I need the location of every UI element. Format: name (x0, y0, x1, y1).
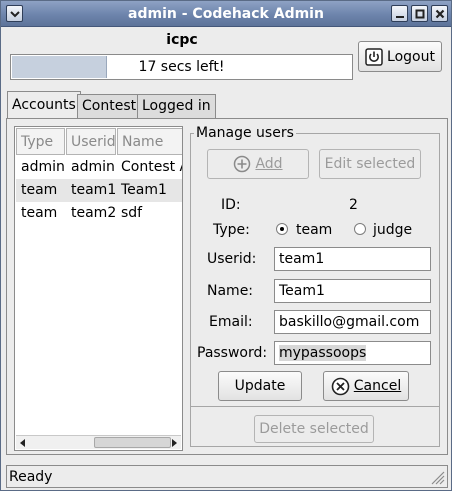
cancel-icon (331, 377, 350, 395)
type-judge-radio[interactable] (354, 223, 366, 235)
id-value: 2 (349, 197, 358, 213)
status-text: Ready (9, 469, 53, 485)
type-team-label[interactable]: team (296, 222, 332, 238)
logout-button[interactable]: Logout (358, 41, 442, 72)
cell-userid: team2 (71, 205, 117, 221)
email-label: Email: (209, 314, 253, 330)
power-icon (365, 47, 383, 66)
email-field[interactable]: baskillo@gmail.com (274, 310, 431, 334)
contest-name: icpc (166, 32, 198, 48)
column-header-name[interactable]: Name (117, 128, 182, 155)
timer-text: 17 secs left! (138, 59, 225, 75)
type-judge-label[interactable]: judge (373, 222, 412, 238)
horizontal-scrollbar[interactable] (16, 435, 181, 449)
logout-label: Logout (387, 48, 435, 65)
accounts-list[interactable]: Type Userid Name admin admin Contest A t… (14, 126, 183, 451)
update-label: Update (234, 378, 286, 394)
list-item-selected[interactable]: team team1 Team1 (16, 179, 182, 202)
window-title: admin - Codehack Admin (128, 6, 324, 22)
tab-logged-in[interactable]: Logged in (137, 94, 216, 118)
app-window: admin - Codehack Admin icpc 17 secs left… (0, 0, 452, 491)
cell-type: team (21, 205, 58, 221)
userid-field[interactable]: team1 (274, 247, 431, 271)
password-label: Password: (197, 345, 268, 361)
cell-name: Contest A (121, 159, 183, 175)
timer-progress-bar: 17 secs left! (10, 54, 353, 80)
scroll-right-icon[interactable] (169, 438, 179, 448)
status-bar: Ready (6, 465, 448, 488)
update-button[interactable]: Update (218, 371, 302, 401)
userid-label: Userid: (207, 251, 257, 267)
minimize-icon (395, 15, 404, 18)
column-header-type[interactable]: Type (16, 128, 65, 155)
add-icon (234, 155, 251, 173)
edit-selected-button[interactable]: Edit selected (319, 149, 421, 179)
cell-name: Team1 (121, 182, 167, 198)
cancel-label: Cancel (353, 378, 402, 394)
maximize-button[interactable] (411, 5, 428, 22)
name-label: Name: (207, 283, 254, 299)
password-value: mypassoops (279, 345, 367, 361)
type-team-radio[interactable] (276, 223, 288, 235)
cancel-button[interactable]: Cancel (323, 371, 409, 401)
add-button[interactable]: Add (207, 149, 309, 179)
cell-name: sdf (121, 205, 143, 221)
scroll-left-icon[interactable] (18, 438, 28, 448)
group-separator (191, 406, 439, 407)
password-field[interactable]: mypassoops (274, 341, 431, 365)
name-field[interactable]: Team1 (274, 279, 431, 303)
manage-users-title: Manage users (194, 125, 296, 141)
close-button[interactable] (431, 5, 448, 22)
list-item[interactable]: team team2 sdf (16, 202, 182, 225)
column-header-userid[interactable]: Userid (66, 128, 116, 155)
delete-selected-label: Delete selected (259, 421, 369, 437)
minimize-button[interactable] (391, 5, 408, 22)
cell-type: team (21, 182, 58, 198)
id-label: ID: (221, 197, 241, 213)
cell-userid: admin (71, 159, 115, 175)
maximize-icon (415, 9, 424, 18)
cell-type: admin (21, 159, 65, 175)
type-label: Type: (213, 222, 250, 238)
title-bar[interactable]: admin - Codehack Admin (1, 1, 451, 27)
edit-selected-label: Edit selected (324, 156, 416, 172)
close-icon (435, 9, 444, 18)
resize-grip-icon[interactable] (429, 469, 445, 485)
add-label: Add (255, 156, 283, 172)
list-item[interactable]: admin admin Contest A (16, 156, 182, 179)
cell-userid: team1 (71, 182, 117, 198)
tab-accounts[interactable]: Accounts (7, 91, 81, 119)
scrollbar-thumb[interactable] (94, 437, 171, 448)
delete-selected-button[interactable]: Delete selected (254, 415, 374, 443)
tab-contest[interactable]: Contest (77, 94, 142, 118)
